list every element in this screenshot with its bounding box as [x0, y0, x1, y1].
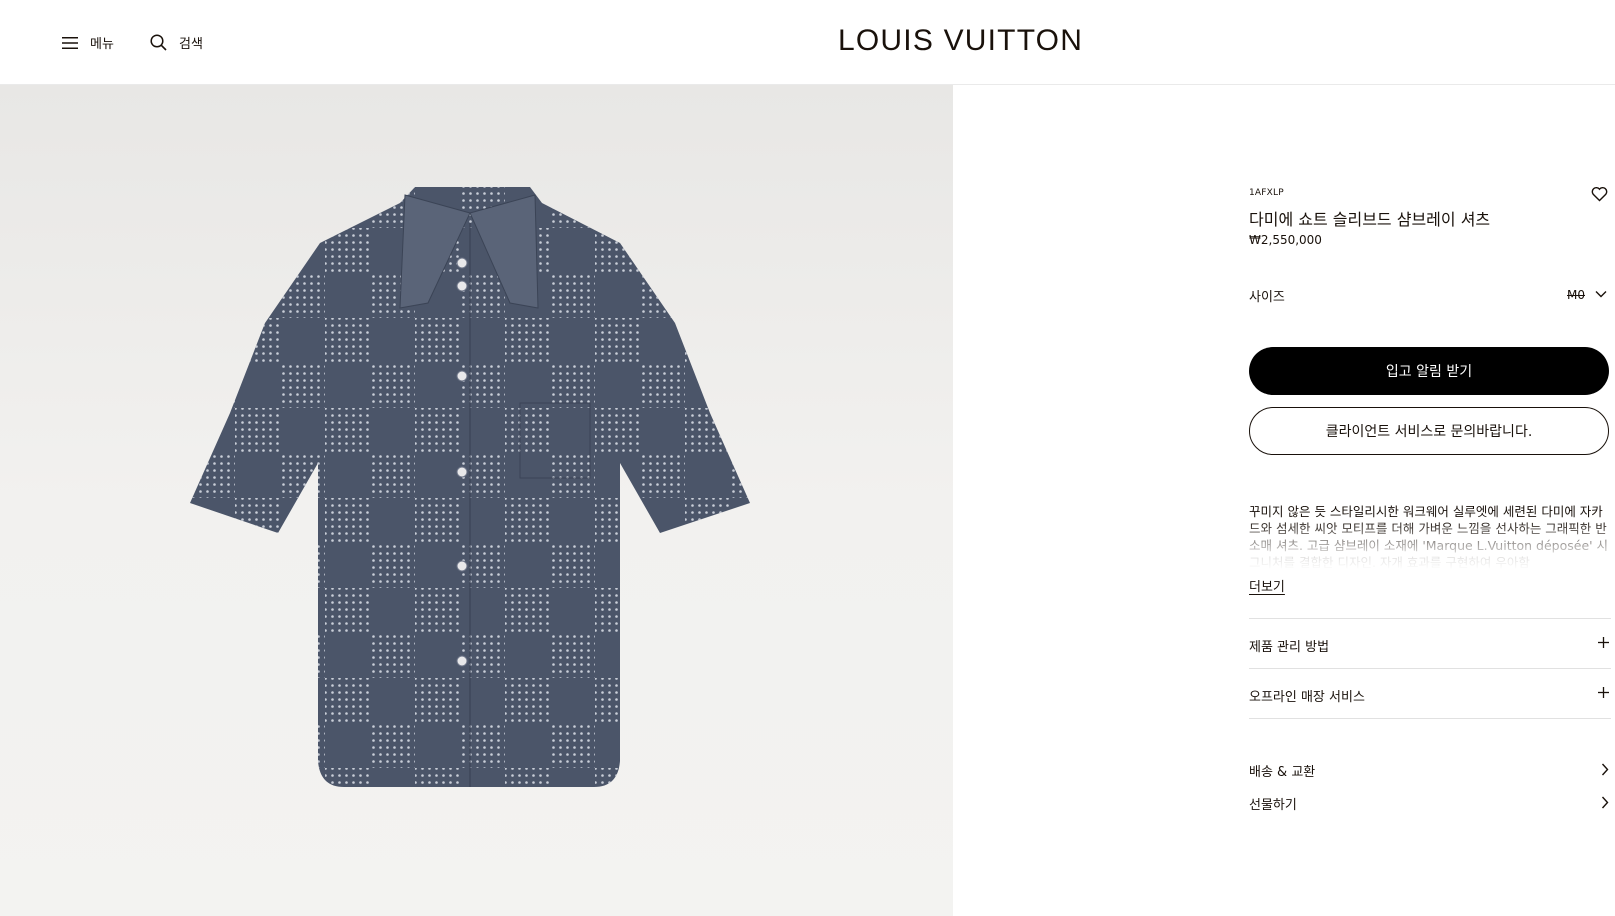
divider — [1249, 718, 1611, 719]
menu-button[interactable]: 메뉴 — [62, 0, 114, 85]
product-price: ₩2,550,000 — [1249, 233, 1322, 247]
size-value: M0 — [1567, 288, 1585, 302]
product-image-pane — [0, 85, 953, 916]
accordion-label: 제품 관리 방법 — [1249, 640, 1330, 655]
hamburger-icon — [62, 36, 78, 49]
description-fade — [1249, 520, 1611, 570]
wishlist-button[interactable] — [1591, 186, 1608, 206]
plus-icon — [1598, 637, 1609, 648]
link-label: 선물하기 — [1249, 798, 1297, 813]
chevron-right-icon — [1601, 763, 1609, 776]
read-more-link[interactable]: 더보기 — [1249, 576, 1285, 595]
size-label: 사이즈 — [1249, 290, 1285, 305]
chevron-down-icon — [1595, 291, 1607, 298]
product-title: 다미에 쇼트 슬리브드 샴브레이 셔츠 — [1249, 210, 1491, 229]
heart-icon — [1591, 187, 1608, 202]
product-sku: 1AFXLP — [1249, 188, 1284, 198]
search-icon — [150, 34, 167, 51]
accordion-store-services[interactable]: 오프라인 매장 서비스 — [1249, 668, 1611, 718]
link-label: 배송 & 교환 — [1249, 765, 1316, 780]
accordion-product-care[interactable]: 제품 관리 방법 — [1249, 618, 1611, 668]
chevron-right-icon — [1601, 796, 1609, 809]
accordion-label: 오프라인 매장 서비스 — [1249, 690, 1365, 705]
gift-link[interactable]: 선물하기 — [1249, 791, 1611, 815]
contact-client-service-button[interactable]: 클라이언트 서비스로 문의바랍니다. — [1249, 407, 1609, 455]
shipping-returns-link[interactable]: 배송 & 교환 — [1249, 758, 1611, 782]
menu-label: 메뉴 — [90, 37, 114, 52]
product-panel: 1AFXLP 다미에 쇼트 슬리브드 샴브레이 셔츠 ₩2,550,000 사이… — [1249, 0, 1615, 916]
product-image — [190, 187, 750, 787]
notify-me-button[interactable]: 입고 알림 받기 — [1249, 347, 1609, 395]
size-selector[interactable]: 사이즈 M0 — [1249, 286, 1611, 308]
search-label: 검색 — [179, 37, 203, 52]
brand-logo[interactable]: LOUIS VUITTON — [838, 24, 1083, 58]
plus-icon — [1598, 687, 1609, 698]
search-button[interactable]: 검색 — [150, 0, 203, 85]
